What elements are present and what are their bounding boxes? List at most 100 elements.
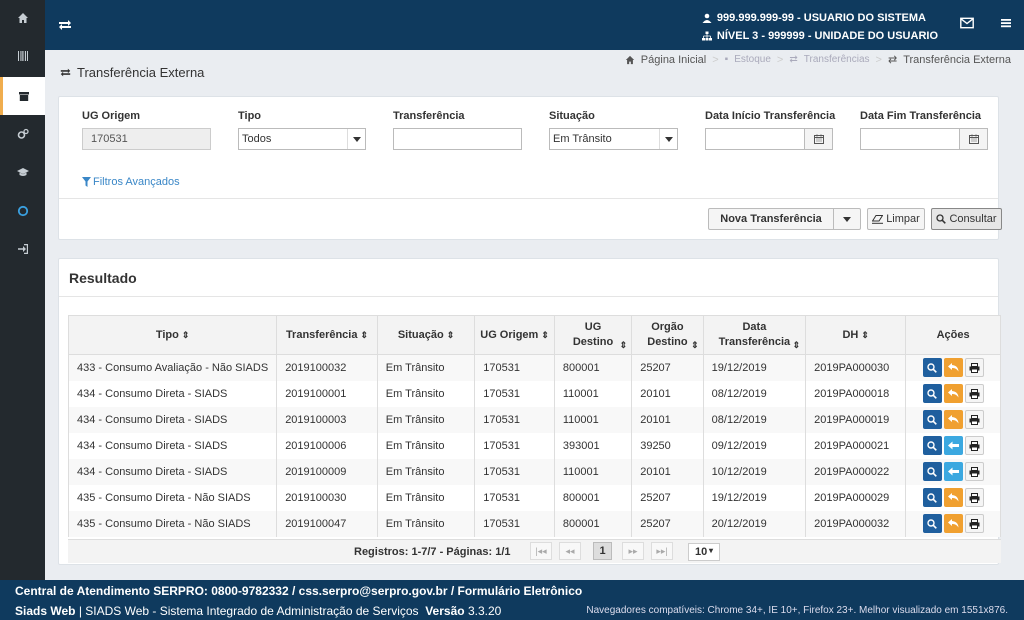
sidebar	[0, 0, 45, 580]
eraser-icon	[872, 214, 884, 224]
limpar-button[interactable]: Limpar	[867, 208, 925, 230]
consultar-button[interactable]: Consultar	[931, 208, 1002, 230]
col-ug-origem[interactable]: UG Origem ⇕	[474, 315, 555, 355]
exchange-icon[interactable]	[57, 17, 73, 33]
print-button[interactable]	[964, 514, 984, 533]
search-icon	[927, 492, 937, 503]
receive-button[interactable]	[943, 436, 963, 455]
table-row[interactable]: 434 - Consumo Direta - SIADS 2019100001 Em…	[67, 380, 1001, 407]
print-button[interactable]	[964, 358, 984, 378]
print-button[interactable]	[964, 488, 984, 507]
return-button[interactable]	[943, 514, 963, 533]
cell-ug-destino: 800001	[553, 510, 633, 537]
tipo-select[interactable]: Todos	[238, 128, 366, 150]
breadcrumb-home[interactable]: Página Inicial	[641, 54, 706, 66]
situacao-select[interactable]: Em Trânsito	[549, 128, 678, 150]
table-row[interactable]: 435 - Consumo Direta - Não SIADS 20191000…	[67, 484, 1001, 511]
data-inicio-input[interactable]	[705, 128, 833, 150]
transferencia-input[interactable]	[393, 128, 522, 150]
cell-ug-origem: 170531	[474, 354, 555, 381]
prev-page-button[interactable]: ◂◂	[559, 542, 581, 560]
cell-data: 10/12/2019	[702, 458, 807, 485]
reply-icon	[947, 389, 959, 398]
receive-button[interactable]	[943, 462, 963, 481]
cell-situacao: Em Trânsito	[376, 380, 476, 407]
table-row[interactable]: 434 - Consumo Direta - SIADS 2019100006 Em…	[67, 432, 1001, 459]
sidebar-education[interactable]	[0, 154, 45, 190]
caret-down-icon	[843, 216, 851, 222]
print-button[interactable]	[964, 462, 984, 481]
col-situacao[interactable]: Situação ⇕	[376, 315, 476, 355]
breadcrumb-transferencias[interactable]: Transferências	[804, 54, 870, 65]
table-row[interactable]: 433 - Consumo Avaliação - Não SIADS 20191…	[67, 354, 1001, 381]
view-button[interactable]	[922, 410, 942, 429]
view-button[interactable]	[922, 514, 942, 533]
print-button[interactable]	[964, 384, 984, 403]
data-fim-input[interactable]	[860, 128, 988, 150]
print-icon	[969, 388, 980, 399]
cell-tipo: 433 - Consumo Avaliação - Não SIADS	[67, 354, 278, 381]
view-button[interactable]	[922, 358, 942, 378]
advanced-filters-link[interactable]: Filtros Avançados	[82, 176, 180, 188]
user-icon	[702, 13, 712, 23]
col-data-transferencia[interactable]: Data Transferência ⇕	[702, 315, 807, 355]
sidebar-home[interactable]	[0, 0, 45, 36]
page-size-select[interactable]: 10 ▾	[688, 543, 720, 561]
next-page-button[interactable]: ▸▸	[622, 542, 644, 560]
print-button[interactable]	[964, 436, 984, 455]
return-button[interactable]	[943, 384, 963, 403]
view-button[interactable]	[922, 436, 942, 455]
col-orgao-destino[interactable]: Orgão Destino ⇕	[631, 315, 704, 355]
page-size-value: 10	[695, 546, 708, 558]
col-transferencia[interactable]: Transferência ⇕	[276, 315, 378, 355]
table-row[interactable]: 435 - Consumo Direta - Não SIADS 20191000…	[67, 510, 1001, 537]
print-button[interactable]	[964, 410, 984, 429]
first-page-button[interactable]: |◂◂	[530, 542, 552, 560]
col-dh[interactable]: DH ⇕	[805, 315, 907, 355]
sidebar-barcode[interactable]	[0, 38, 45, 74]
table-row[interactable]: 434 - Consumo Direta - SIADS 2019100003 Em…	[67, 406, 1001, 433]
return-button[interactable]	[943, 488, 963, 507]
table-row[interactable]: 434 - Consumo Direta - SIADS 2019100009 Em…	[67, 458, 1001, 485]
search-icon	[927, 363, 937, 373]
cell-actions	[905, 354, 1001, 381]
cell-ug-origem: 170531	[474, 484, 555, 511]
nova-transferencia-button[interactable]: Nova Transferência	[708, 208, 834, 230]
situacao-select-value: Em Trânsito	[553, 133, 612, 145]
sidebar-settings[interactable]	[0, 116, 45, 152]
calendar-icon[interactable]	[804, 129, 832, 149]
breadcrumb-estoque[interactable]: Estoque	[734, 54, 771, 65]
view-button[interactable]	[922, 462, 942, 481]
cell-tipo: 434 - Consumo Direta - SIADS	[67, 458, 278, 485]
cell-tipo: 435 - Consumo Direta - Não SIADS	[67, 484, 278, 511]
cell-data: 19/12/2019	[702, 354, 807, 381]
envelope-icon[interactable]	[960, 17, 974, 29]
cell-actions	[905, 380, 1001, 407]
data-inicio-label: Data Início Transferência	[705, 110, 836, 122]
version-number: 3.3.20	[467, 604, 502, 618]
cell-situacao: Em Trânsito	[376, 510, 476, 537]
cell-situacao: Em Trânsito	[376, 458, 476, 485]
col-ug-destino[interactable]: UG Destino ⇕	[553, 315, 633, 355]
calendar-icon[interactable]	[959, 129, 987, 149]
view-button[interactable]	[922, 384, 942, 403]
view-button[interactable]	[922, 488, 942, 507]
sidebar-inventory[interactable]	[0, 77, 45, 115]
sidebar-logout[interactable]	[0, 231, 45, 267]
cell-tipo: 434 - Consumo Direta - SIADS	[67, 406, 278, 433]
exchange-icon: ⇄	[789, 54, 798, 65]
page-title: Transferência Externa	[59, 65, 204, 80]
cell-tipo: 434 - Consumo Direta - SIADS	[67, 432, 278, 459]
return-button[interactable]	[943, 358, 963, 378]
cell-ug-origem: 170531	[474, 432, 555, 459]
menu-icon[interactable]	[1000, 17, 1012, 29]
cell-ug-origem: 170531	[474, 406, 555, 433]
nova-transferencia-dropdown[interactable]	[833, 208, 861, 230]
col-tipo[interactable]: Tipo ⇕	[67, 315, 278, 355]
ug-origem-field: 170531	[82, 128, 211, 150]
return-button[interactable]	[943, 410, 963, 429]
cell-orgao-destino: 20101	[631, 380, 704, 407]
page-1-button[interactable]: 1	[593, 542, 612, 560]
last-page-button[interactable]: ▸▸|	[651, 542, 673, 560]
sidebar-circle[interactable]	[0, 193, 45, 229]
